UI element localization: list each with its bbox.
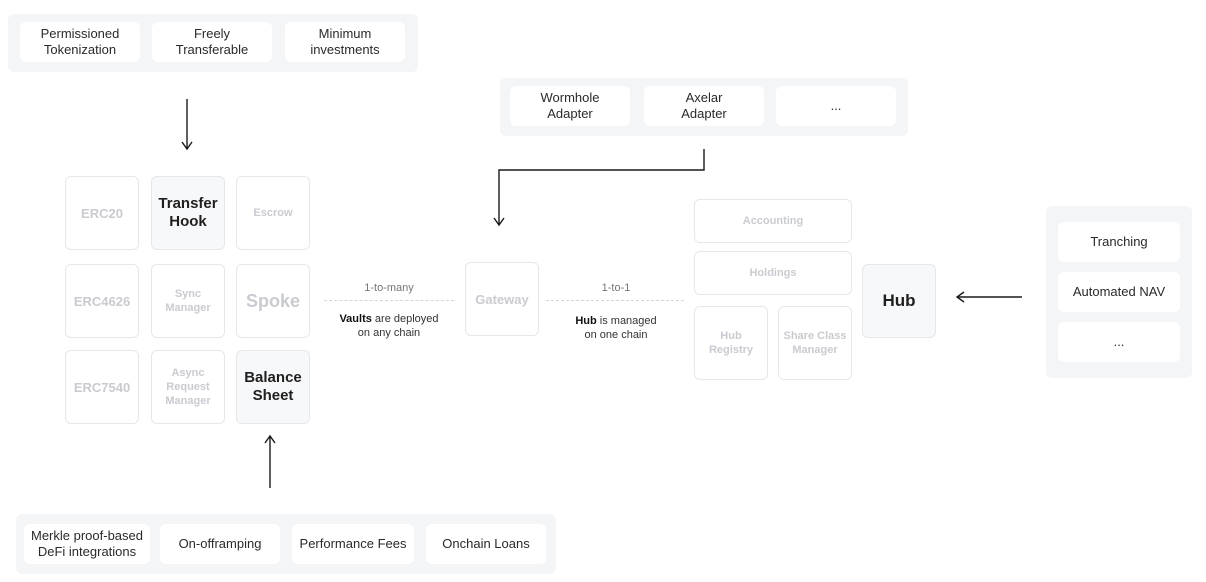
arrow-adapters-to-gateway [498,149,705,224]
connector-arrows [181,99,1022,488]
